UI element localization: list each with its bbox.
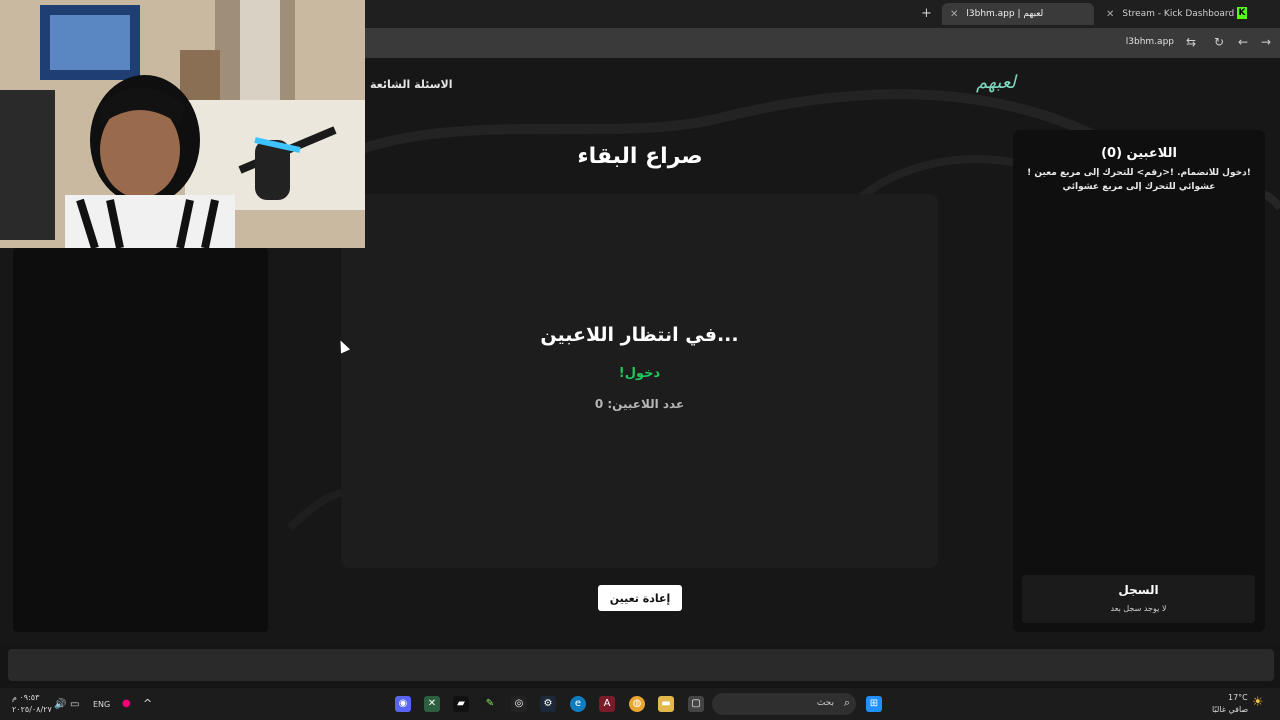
file-explorer-icon[interactable]: ▬: [658, 696, 674, 712]
players-panel: اللاعبين (0) !دخول للانضمام. !<رقم> للتح…: [1013, 130, 1265, 632]
volume-icon[interactable]: 🔊: [54, 699, 66, 710]
edge-icon[interactable]: e: [570, 696, 586, 712]
clock-time[interactable]: ٠٩:٥٣ م: [12, 693, 39, 702]
forward-icon[interactable]: →: [1261, 35, 1271, 49]
back-icon[interactable]: ←: [1238, 35, 1248, 49]
left-panel: [13, 248, 268, 632]
game-title: صراع البقاء: [577, 144, 703, 169]
obs-icon[interactable]: ◎: [511, 696, 527, 712]
player-count: عدد اللاعبين: 0: [594, 397, 685, 411]
app-mask-icon[interactable]: ▰: [453, 696, 469, 712]
language-indicator[interactable]: ENG: [93, 700, 110, 709]
tab-l3bhm[interactable]: ✕ l3bhm.app | لعبهم: [942, 3, 1094, 25]
network-icon[interactable]: ▭: [70, 699, 79, 710]
log-box: السجل لا يوجد سجل بعد: [1022, 575, 1255, 623]
webcam-overlay: [0, 0, 365, 248]
windows-start-icon[interactable]: ⊞: [866, 696, 882, 712]
close-icon[interactable]: ✕: [950, 9, 958, 20]
app-leaf-icon[interactable]: ✎: [482, 696, 498, 712]
url-text[interactable]: l3bhm.app: [1126, 37, 1174, 47]
tab-title: l3bhm.app | لعبهم: [966, 9, 1044, 19]
reload-icon[interactable]: ↻: [1214, 35, 1224, 49]
log-title: السجل: [1118, 583, 1159, 597]
new-tab-button[interactable]: +: [921, 6, 932, 21]
tab-title: Stream - Kick Dashboard: [1122, 9, 1235, 19]
log-empty-text: لا يوجد سجل بعد: [1110, 604, 1167, 613]
kick-logo-icon: K: [1237, 7, 1247, 19]
site-logo[interactable]: لعبهم: [976, 72, 1016, 93]
weather-temp[interactable]: 17°C: [1228, 693, 1248, 702]
nav-faq-link[interactable]: الاسئلة الشائعة: [370, 78, 453, 91]
weather-icon[interactable]: ☀: [1252, 695, 1264, 710]
bottom-bar[interactable]: [8, 649, 1274, 681]
game-board: في انتظار اللاعبين... !دخول عدد اللاعبين…: [341, 194, 938, 568]
players-help: !دخول للانضمام. !<رقم> للتحرك إلى مربع م…: [1027, 168, 1251, 192]
tab-kick-dashboard[interactable]: ✕ Stream - Kick Dashboard: [1098, 3, 1248, 25]
webcam-image: [0, 0, 365, 248]
site-settings-icon[interactable]: ⇆: [1186, 35, 1196, 49]
bottom-strip: [0, 645, 1280, 688]
weather-desc[interactable]: صافي غالبًا: [1212, 705, 1248, 714]
taskbar-search[interactable]: بحث ⌕: [712, 693, 856, 715]
chrome-icon[interactable]: ◍: [629, 696, 645, 712]
reset-button[interactable]: إعادة تعيين: [598, 585, 682, 611]
clock-date[interactable]: ٢٠٢٥/٠٨/٢٧: [12, 705, 52, 714]
search-placeholder: بحث: [816, 698, 834, 708]
app-a-icon[interactable]: A: [599, 696, 615, 712]
players-title: اللاعبين (0): [1101, 146, 1177, 161]
steam-icon[interactable]: ⚙: [540, 696, 556, 712]
close-icon[interactable]: ✕: [1106, 9, 1114, 20]
microphone-icon[interactable]: ●: [122, 698, 131, 709]
search-icon: ⌕: [843, 696, 850, 709]
xbox-icon[interactable]: ✕: [424, 696, 440, 712]
join-command: !دخول: [618, 366, 661, 381]
app-window-icon[interactable]: ▢: [688, 696, 704, 712]
chevron-up-icon[interactable]: ^: [143, 697, 152, 710]
screen: + ✕ l3bhm.app | لعبهم ✕ Stream - Kick Da…: [0, 0, 1280, 720]
taskbar: ٠٩:٥٣ م ٢٠٢٥/٠٨/٢٧ 🔊 ▭ ENG ● ^ ◉ ✕ ▰ ✎ ◎…: [0, 688, 1280, 720]
discord-icon[interactable]: ◉: [395, 696, 411, 712]
waiting-title: في انتظار اللاعبين...: [540, 324, 739, 346]
